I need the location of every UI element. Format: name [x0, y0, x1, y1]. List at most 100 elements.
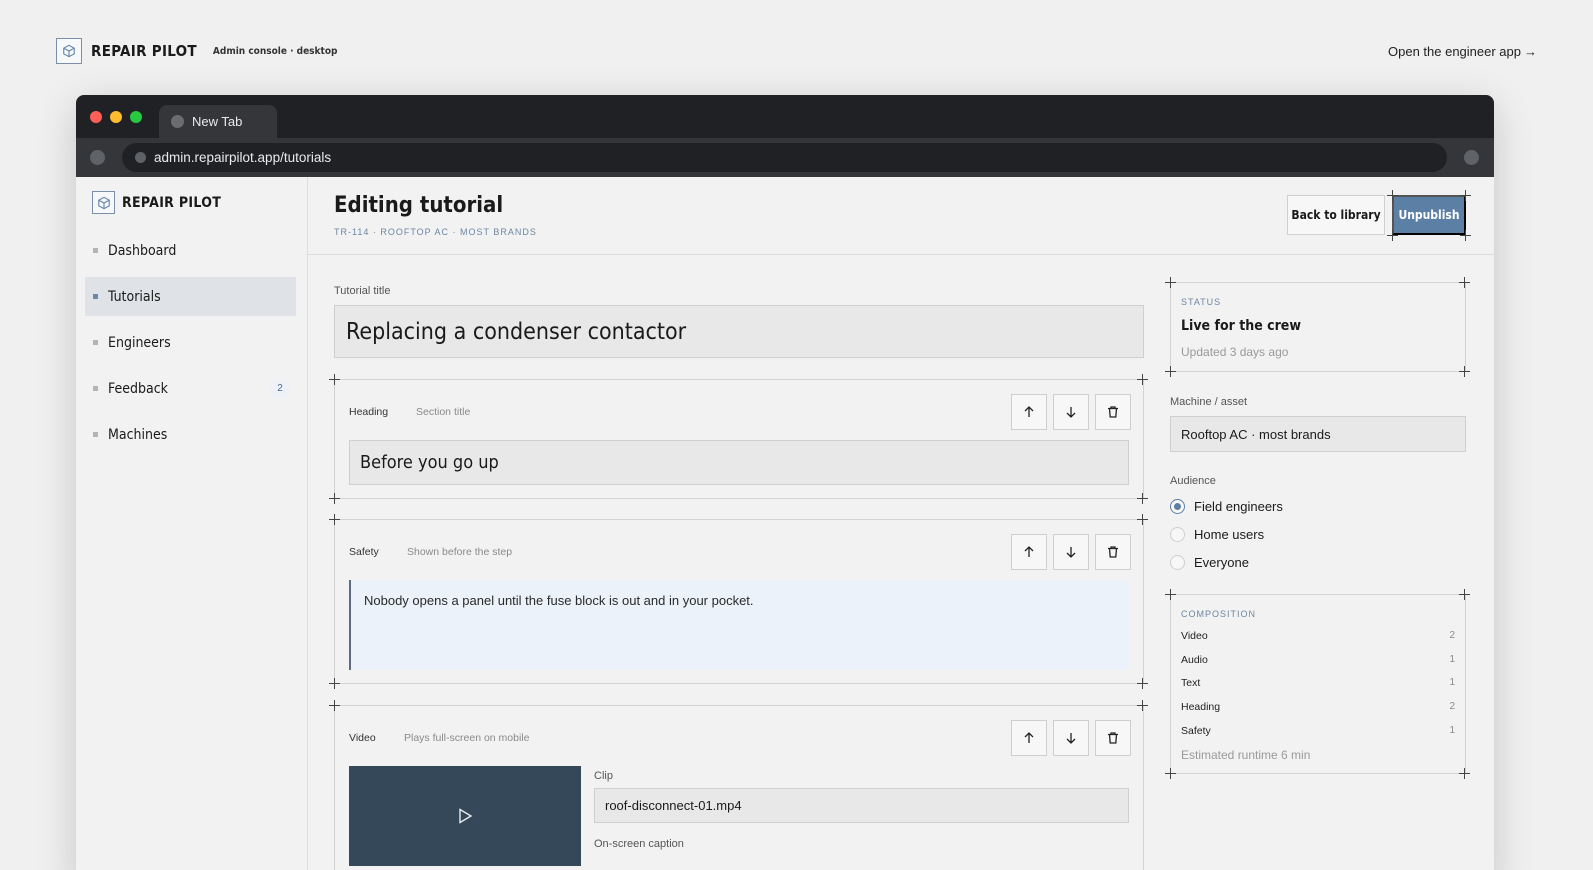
composition-row: Audio 1 [1181, 654, 1455, 668]
bullet-icon [93, 386, 98, 391]
tutorial-title-label: Tutorial title [334, 285, 391, 297]
bullet-icon [93, 432, 98, 437]
status-title: Live for the crew [1181, 318, 1301, 334]
tab-title: New Tab [192, 114, 243, 129]
composition-eyebrow: COMPOSITION [1181, 609, 1257, 619]
move-down-button[interactable] [1053, 534, 1089, 570]
move-down-button[interactable] [1053, 720, 1089, 756]
block-type-label: Video [349, 732, 376, 744]
back-to-library-button[interactable]: Back to library [1287, 195, 1385, 235]
close-window-dot[interactable] [90, 111, 102, 123]
sidebar-item-dashboard[interactable]: Dashboard [85, 231, 296, 270]
move-up-button[interactable] [1011, 394, 1047, 430]
feedback-count-badge: 2 [270, 379, 290, 398]
status-eyebrow: STATUS [1181, 297, 1222, 307]
sidebar: REPAIR PILOT Dashboard Tutorials Enginee… [76, 177, 308, 870]
cube-logo-icon [56, 38, 82, 64]
favicon-icon [171, 115, 184, 128]
audience-option-home-users[interactable]: Home users [1170, 527, 1264, 542]
sidebar-item-label: Dashboard [108, 242, 177, 259]
status-updated: Updated 3 days ago [1181, 345, 1289, 359]
browser-tab[interactable]: New Tab [159, 105, 277, 138]
video-block: Video Plays full-screen on mobile Clip r… [334, 705, 1144, 870]
video-preview[interactable] [349, 766, 581, 866]
trash-icon [1108, 732, 1118, 744]
arrow-down-icon [1066, 733, 1076, 744]
arrow-down-icon [1066, 407, 1076, 418]
composition-card: COMPOSITION Video 2 Audio 1 Text 1 Headi… [1170, 594, 1466, 774]
main-content: Editing tutorial TR-114 · ROOFTOP AC · M… [308, 177, 1494, 870]
maximize-window-dot[interactable] [130, 111, 142, 123]
composition-count: 1 [1449, 654, 1455, 665]
audience-option-field-engineers[interactable]: Field engineers [1170, 499, 1283, 514]
radio-icon[interactable] [1170, 555, 1185, 570]
move-up-button[interactable] [1011, 534, 1047, 570]
brand-name: REPAIR PILOT [91, 42, 197, 60]
sidebar-item-machines[interactable]: Machines [85, 415, 296, 454]
heading-input[interactable]: Before you go up [349, 440, 1129, 485]
bullet-icon [93, 294, 98, 299]
block-hint: Plays full-screen on mobile [404, 732, 530, 744]
composition-row: Safety 1 [1181, 725, 1455, 739]
arrow-up-icon [1024, 546, 1034, 557]
composition-label: Heading [1181, 701, 1221, 713]
tutorial-title-input[interactable]: Replacing a condenser contactor [334, 305, 1144, 358]
block-hint: Section title [416, 406, 471, 418]
arrow-up-icon [1024, 732, 1034, 743]
tab-strip: New Tab [76, 95, 1494, 138]
radio-selected-icon[interactable] [1170, 499, 1185, 514]
sidebar-item-engineers[interactable]: Engineers [85, 323, 296, 362]
radio-icon[interactable] [1170, 527, 1185, 542]
clip-label: Clip [594, 770, 613, 782]
delete-block-button[interactable] [1095, 720, 1131, 756]
composition-label: Audio [1181, 654, 1208, 666]
unpublish-button[interactable]: Unpublish [1392, 195, 1466, 235]
composition-label: Video [1181, 630, 1208, 642]
site-header: REPAIR PILOT Admin console · desktop Ope… [56, 38, 1537, 64]
composition-label: Text [1181, 677, 1201, 689]
play-icon[interactable] [456, 807, 474, 825]
delete-block-button[interactable] [1095, 394, 1131, 430]
page-title: Editing tutorial [334, 193, 504, 218]
delete-block-button[interactable] [1095, 534, 1131, 570]
machine-input[interactable]: Rooftop AC · most brands [1170, 416, 1466, 452]
sidebar-item-tutorials[interactable]: Tutorials [85, 277, 296, 316]
sidebar-brand[interactable]: REPAIR PILOT [92, 191, 221, 214]
heading-block: Heading Section title Before you go up [334, 379, 1144, 499]
page-subtitle: TR-114 · ROOFTOP AC · MOST BRANDS [334, 227, 537, 237]
bullet-icon [93, 248, 98, 253]
move-up-button[interactable] [1011, 720, 1047, 756]
back-nav-icon[interactable] [90, 150, 105, 165]
audience-option-label: Field engineers [1194, 499, 1283, 514]
sidebar-nav: Dashboard Tutorials Engineers Feedback 2 [85, 231, 296, 461]
trash-icon [1108, 546, 1118, 558]
composition-count: 2 [1449, 630, 1455, 641]
composition-count: 1 [1449, 677, 1455, 688]
sidebar-item-label: Feedback [108, 380, 168, 397]
status-card: STATUS Live for the crew Updated 3 days … [1170, 282, 1466, 372]
clip-input[interactable]: roof-disconnect-01.mp4 [594, 788, 1129, 823]
minimize-window-dot[interactable] [110, 111, 122, 123]
block-type-label: Heading [349, 406, 389, 418]
composition-label: Safety [1181, 725, 1211, 737]
open-engineer-app-link[interactable]: Open the engineer app → [1388, 44, 1537, 59]
sidebar-item-label: Tutorials [108, 288, 161, 305]
audience-option-label: Home users [1194, 527, 1265, 542]
address-input[interactable]: admin.repairpilot.app/tutorials [122, 143, 1447, 172]
open-engineer-app-label: Open the engineer app [1388, 43, 1521, 59]
machine-label: Machine / asset [1170, 396, 1248, 408]
move-down-button[interactable] [1053, 394, 1089, 430]
caption-label: On-screen caption [594, 838, 684, 850]
audience-label: Audience [1170, 475, 1216, 487]
block-type-label: Safety [349, 546, 379, 558]
profile-icon[interactable] [1464, 150, 1479, 165]
sidebar-item-feedback[interactable]: Feedback 2 [85, 369, 296, 408]
audience-option-everyone[interactable]: Everyone [1170, 555, 1249, 570]
arrow-down-icon [1066, 547, 1076, 558]
bullet-icon [93, 340, 98, 345]
admin-app: REPAIR PILOT Dashboard Tutorials Enginee… [76, 177, 1494, 870]
safety-text-input[interactable]: Nobody opens a panel until the fuse bloc… [349, 580, 1129, 670]
block-hint: Shown before the step [407, 546, 513, 558]
brand-subtitle: Admin console · desktop [212, 45, 338, 57]
site-info-icon[interactable] [135, 152, 146, 163]
